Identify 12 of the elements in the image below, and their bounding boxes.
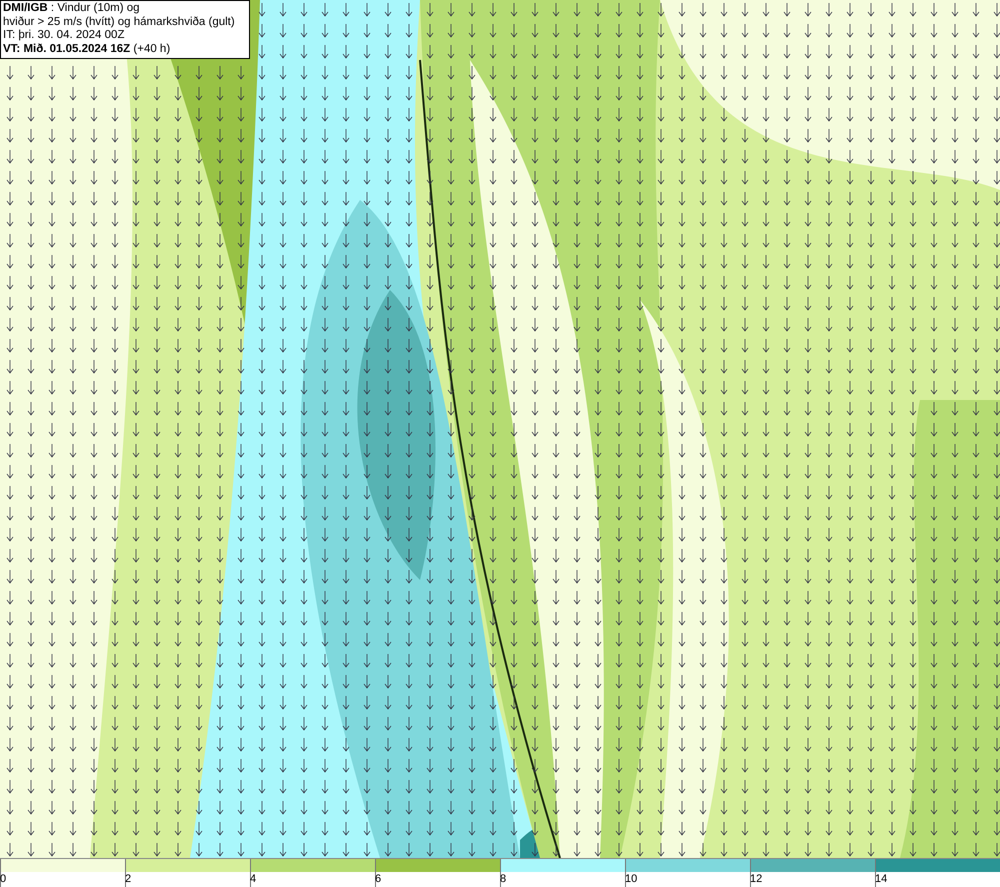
info-text: hviður > 25 m/s (hvítt) og hámarkshviða (gult) xyxy=(3,16,236,29)
legend-label: 6 xyxy=(375,872,382,886)
legend-label: 10 xyxy=(625,872,638,886)
legend-label: 4 xyxy=(250,872,258,886)
legend-label: 0 xyxy=(0,872,8,886)
legend-label: 8 xyxy=(500,872,508,886)
legend-label: 14 xyxy=(875,872,888,886)
info-text: VT: Mið. 01.05.2024 16Z (+40 h) xyxy=(3,42,172,56)
info-text: IT: þri. 30. 04. 2024 00Z xyxy=(3,29,126,42)
info-text: DMI/IGB : Vindur (10m) og xyxy=(3,2,141,16)
legend-label: 2 xyxy=(125,872,132,886)
legend-label: 12 xyxy=(750,872,764,886)
